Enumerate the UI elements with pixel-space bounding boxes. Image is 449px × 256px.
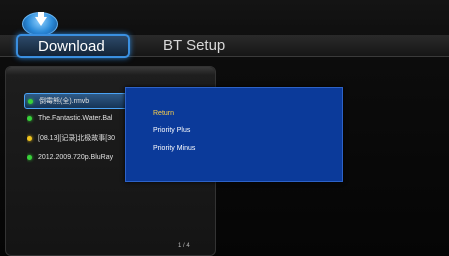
list-item-label: 2012.2009.720p.BluRay	[38, 154, 114, 161]
tab-bt-setup-label: BT Setup	[163, 37, 226, 54]
panel-header	[6, 67, 215, 75]
status-dot-icon	[27, 135, 32, 141]
status-dot-icon	[27, 154, 32, 160]
logo-arrow	[35, 17, 47, 26]
list-item-label: [08.13][记录]北极故事[30	[38, 135, 116, 142]
page-indicator: 1 / 4	[178, 243, 190, 249]
download-logo-icon	[22, 12, 58, 36]
menu-item-priority-plus[interactable]: Priority Plus	[153, 127, 190, 134]
status-dot-icon	[28, 98, 33, 104]
status-dot-icon	[27, 115, 32, 121]
tab-download-label: Download	[38, 38, 105, 55]
screen: Download BT Setup 倒霉熊(全).rmvb The.Fantas…	[0, 0, 449, 256]
list-item-label: The.Fantastic.Water.Bal	[38, 115, 113, 122]
list-item[interactable]: The.Fantastic.Water.Bal	[27, 111, 131, 127]
tab-download[interactable]: Download	[16, 34, 130, 58]
list-item[interactable]: 2012.2009.720p.BluRay	[27, 150, 131, 166]
menu-item-return[interactable]: Return	[153, 110, 174, 117]
list-item-label: 倒霉熊(全).rmvb	[39, 98, 90, 105]
menu-item-priority-minus[interactable]: Priority Minus	[153, 145, 195, 152]
list-item[interactable]: [08.13][记录]北极故事[30	[27, 131, 131, 147]
tab-bt-setup[interactable]: BT Setup	[163, 35, 225, 57]
top-tab-bar: Download BT Setup	[0, 34, 449, 58]
context-menu: Return Priority Plus Priority Minus	[125, 87, 343, 182]
list-item[interactable]: 倒霉熊(全).rmvb	[24, 93, 134, 109]
